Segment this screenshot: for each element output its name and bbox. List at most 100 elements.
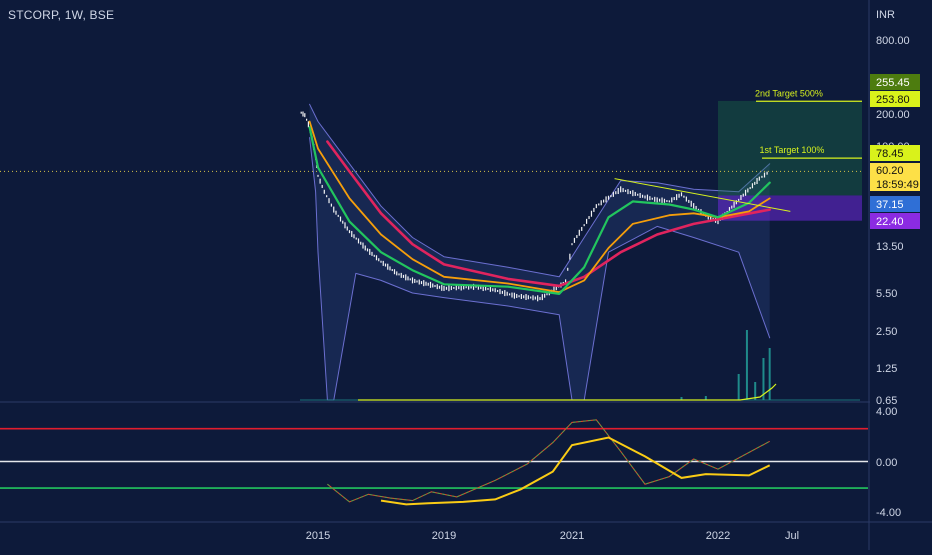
osc-tick-label: -4.00 bbox=[876, 507, 901, 519]
candle bbox=[605, 196, 607, 203]
candle bbox=[501, 290, 503, 294]
candle bbox=[617, 188, 619, 195]
candle bbox=[763, 172, 766, 178]
candle bbox=[578, 229, 580, 236]
candle bbox=[680, 192, 683, 197]
candle bbox=[541, 294, 543, 301]
candle bbox=[758, 176, 760, 181]
candle bbox=[438, 285, 441, 289]
x-tick-label: 2022 bbox=[706, 530, 730, 542]
candle bbox=[586, 218, 588, 224]
chart-stage: 2nd Target 500% 1st Target 100% INR 800.00… bbox=[0, 0, 932, 550]
candle bbox=[620, 186, 622, 193]
candle bbox=[629, 190, 631, 194]
candle bbox=[402, 274, 405, 278]
candle bbox=[656, 197, 658, 203]
volume-bar bbox=[768, 348, 771, 400]
candle bbox=[429, 281, 432, 288]
candle bbox=[382, 260, 384, 266]
candle bbox=[487, 287, 489, 290]
candle bbox=[304, 113, 306, 118]
candle bbox=[534, 296, 536, 300]
x-tick-label: 2021 bbox=[560, 530, 584, 542]
candle bbox=[685, 196, 687, 202]
candle bbox=[516, 293, 518, 298]
candle bbox=[571, 243, 573, 246]
y-tick-label: 2.50 bbox=[876, 326, 897, 338]
candle bbox=[378, 258, 380, 262]
price-tag-label: 60.20 bbox=[876, 165, 904, 177]
candle bbox=[362, 242, 364, 249]
candle bbox=[754, 181, 756, 185]
candle bbox=[432, 283, 434, 288]
candle bbox=[326, 195, 328, 198]
candle bbox=[398, 273, 400, 276]
candle bbox=[661, 197, 663, 204]
candle bbox=[346, 226, 348, 231]
candle bbox=[663, 198, 666, 203]
candle bbox=[651, 197, 653, 200]
candle bbox=[443, 285, 445, 291]
candle bbox=[300, 111, 302, 114]
candle bbox=[676, 194, 678, 201]
candle bbox=[546, 293, 548, 296]
candle bbox=[455, 285, 457, 291]
candle bbox=[416, 280, 418, 283]
candle bbox=[366, 248, 369, 252]
candle bbox=[671, 197, 673, 203]
chart-svg[interactable]: 2nd Target 500% 1st Target 100% INR 800.00… bbox=[0, 0, 932, 550]
candle bbox=[742, 193, 744, 197]
candle bbox=[693, 203, 695, 210]
candle bbox=[598, 203, 600, 206]
candle bbox=[569, 253, 571, 260]
candle bbox=[688, 199, 690, 203]
candle bbox=[407, 276, 409, 281]
candle bbox=[494, 288, 496, 293]
candle bbox=[603, 199, 605, 203]
currency-label: INR bbox=[876, 9, 895, 21]
candle bbox=[668, 200, 670, 203]
candle bbox=[530, 296, 532, 299]
candle bbox=[355, 237, 357, 240]
candle bbox=[581, 226, 583, 231]
candle bbox=[409, 278, 411, 281]
candle bbox=[465, 286, 467, 289]
candle bbox=[654, 196, 656, 202]
candle bbox=[418, 279, 420, 285]
price-tag-label: 37.15 bbox=[876, 199, 904, 211]
candle bbox=[485, 286, 487, 291]
candle bbox=[583, 224, 585, 227]
candle bbox=[375, 255, 378, 261]
candle bbox=[627, 189, 629, 195]
y-tick-label: 200.00 bbox=[876, 109, 910, 121]
x-tick-label: 2019 bbox=[432, 530, 456, 542]
candle bbox=[396, 271, 398, 276]
candle bbox=[414, 278, 416, 283]
candle bbox=[511, 292, 513, 298]
candle bbox=[319, 178, 321, 184]
candle bbox=[321, 184, 323, 188]
candle bbox=[690, 200, 692, 207]
candle bbox=[405, 274, 407, 281]
price-tag-label: 255.45 bbox=[876, 77, 910, 89]
candle bbox=[513, 292, 515, 299]
candle bbox=[634, 191, 636, 196]
candle bbox=[425, 281, 427, 286]
candle bbox=[393, 269, 396, 275]
candle bbox=[595, 204, 597, 209]
candle bbox=[544, 293, 546, 298]
candle bbox=[612, 191, 614, 197]
x-tick-label: Jul bbox=[785, 530, 799, 542]
candle bbox=[353, 234, 355, 239]
candle bbox=[436, 284, 438, 290]
candle bbox=[744, 189, 747, 196]
candle bbox=[387, 263, 389, 270]
candle bbox=[441, 284, 443, 291]
candle bbox=[766, 171, 768, 175]
candle bbox=[615, 191, 617, 195]
price-tag-label: 78.45 bbox=[876, 148, 904, 160]
price-tag-label: 18:59:49 bbox=[876, 179, 919, 191]
candle bbox=[527, 295, 529, 300]
candle bbox=[364, 245, 366, 251]
candle bbox=[497, 289, 499, 292]
